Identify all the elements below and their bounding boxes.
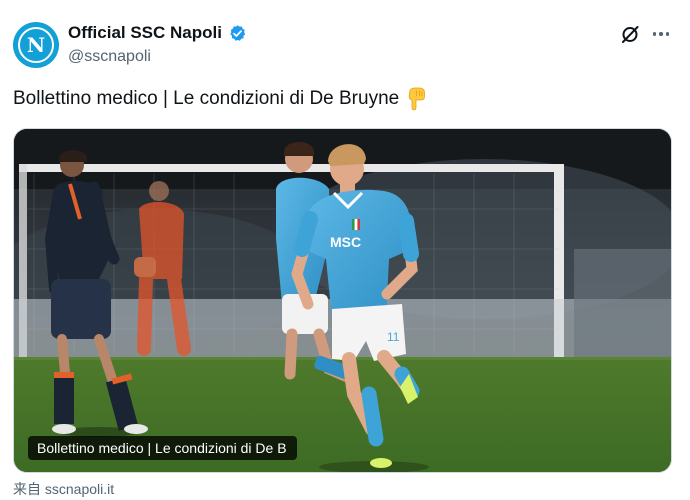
tweet-card: N Official SSC Napoli @sscnapoli Bollett… (0, 0, 690, 500)
tweet-text-row: Bollettino medico | Le condizioni di De … (13, 87, 428, 111)
avatar[interactable]: N (13, 22, 59, 68)
author-name-row[interactable]: Official SSC Napoli (68, 23, 247, 43)
tweet-text: Bollettino medico | Le condizioni di De … (13, 88, 400, 109)
more-icon[interactable] (650, 24, 672, 44)
link-source[interactable]: 来自 sscnapoli.it (13, 479, 114, 499)
avatar-letter: N (26, 33, 46, 57)
display-name[interactable]: Official SSC Napoli (68, 23, 222, 43)
verified-badge-icon (230, 24, 246, 41)
media-caption: Bollettino medico | Le condizioni di De … (28, 436, 297, 460)
match-photo: MSC 11 (14, 129, 671, 472)
sponsor-text: MSC (330, 234, 361, 250)
shirt-number: 11 (387, 330, 400, 344)
tweet-media-image[interactable]: MSC 11 Bollettino medico | Le condizioni… (13, 128, 672, 473)
pointing-down-hand-icon (408, 87, 426, 111)
grok-icon[interactable] (620, 24, 640, 44)
author-handle[interactable]: @sscnapoli (68, 48, 151, 66)
napoli-logo: N (18, 27, 54, 63)
